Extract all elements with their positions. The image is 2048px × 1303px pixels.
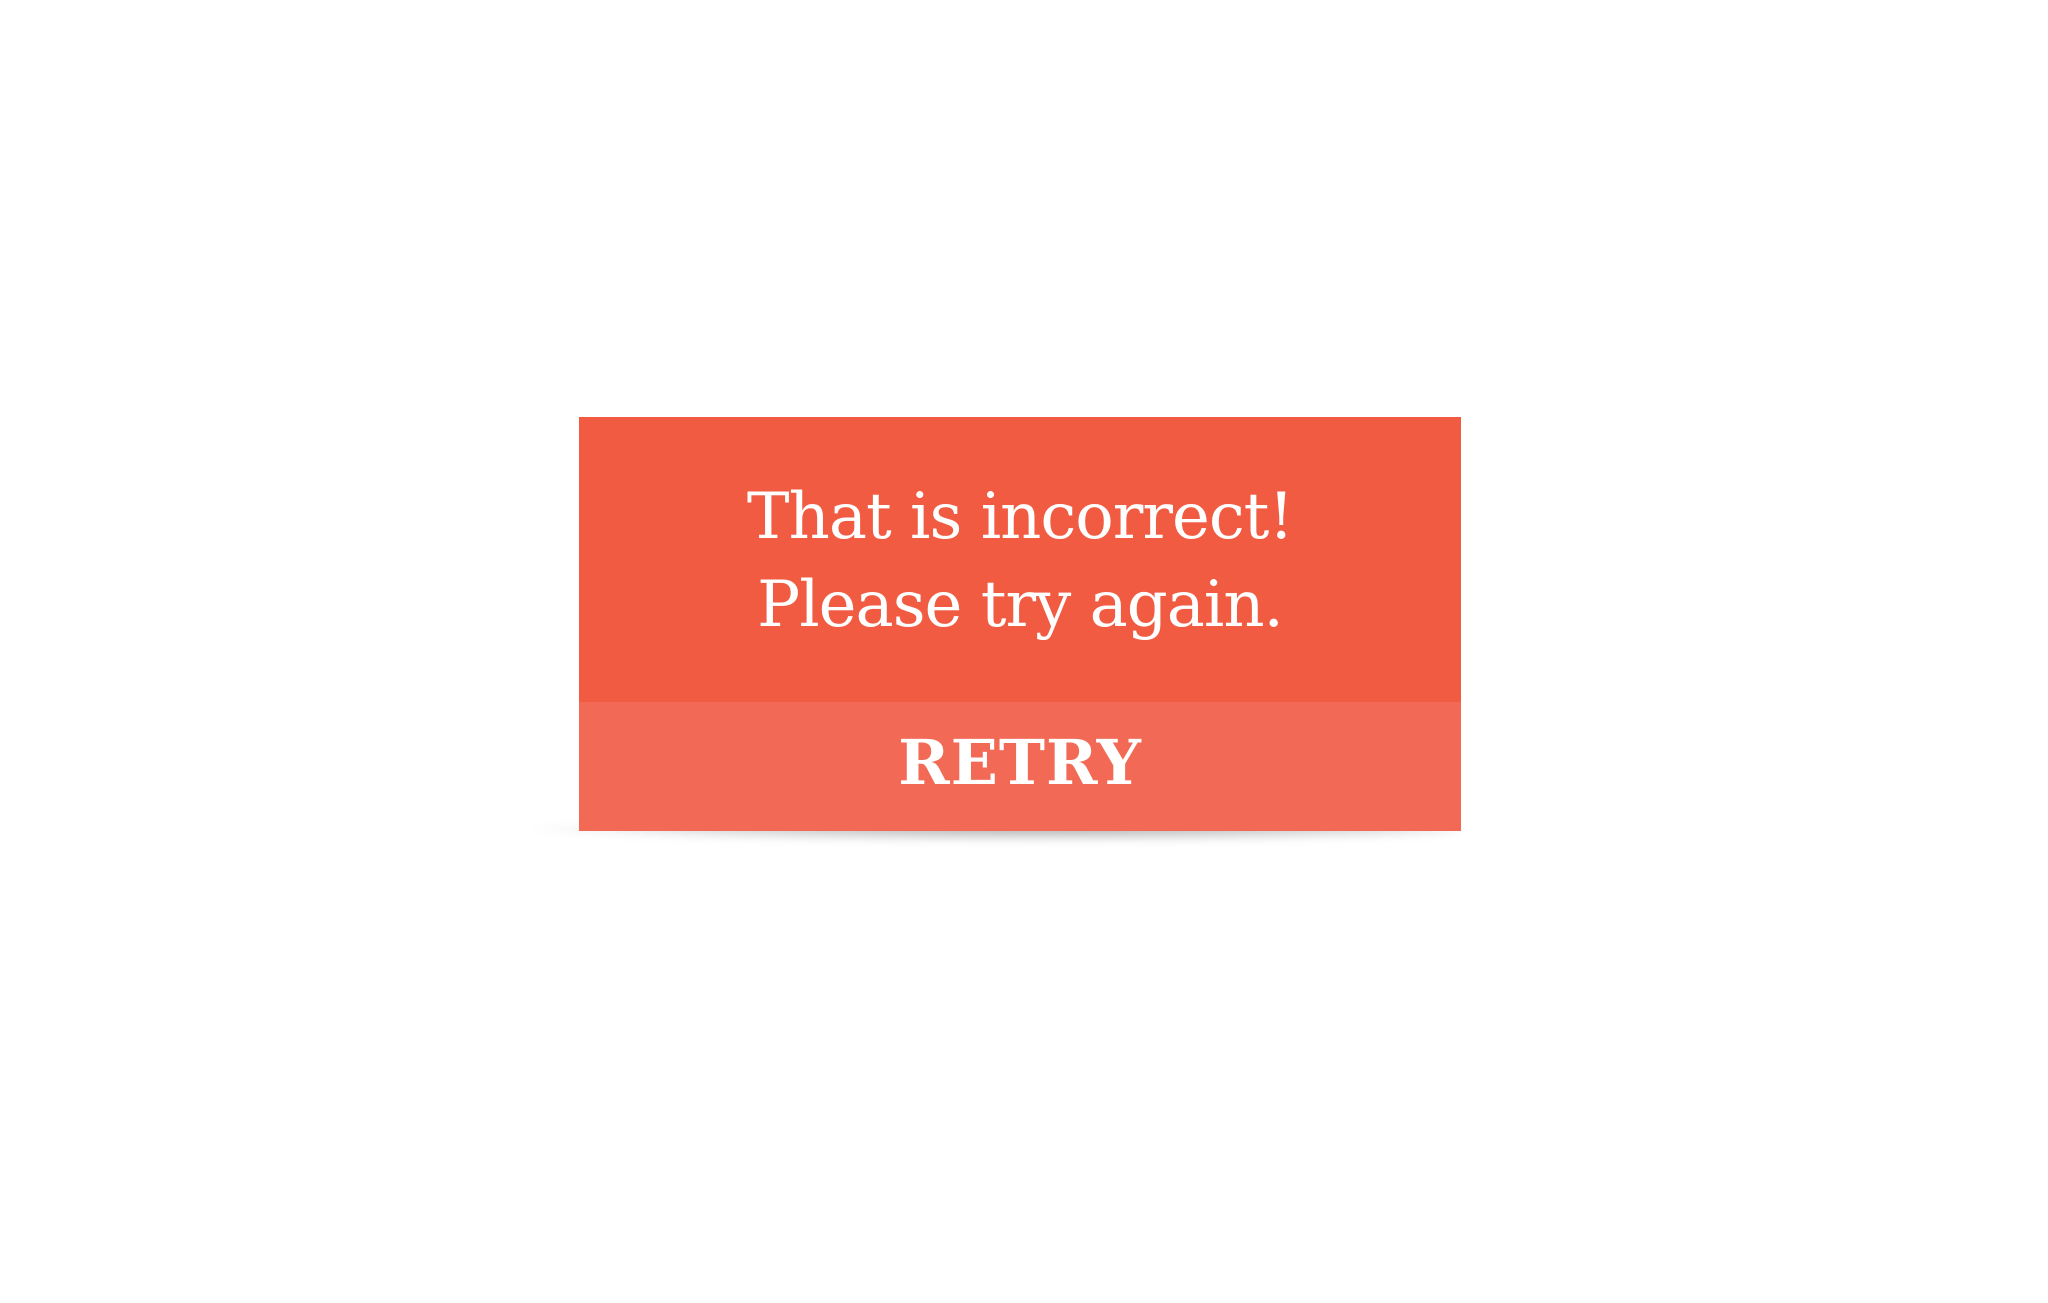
page: That is incorrect! Please try again. RET… xyxy=(0,0,2048,1303)
retry-button-label: RETRY xyxy=(898,726,1142,799)
message-panel: That is incorrect! Please try again. xyxy=(579,417,1461,702)
retry-button[interactable]: RETRY xyxy=(579,702,1461,831)
error-dialog: That is incorrect! Please try again. RET… xyxy=(579,417,1461,831)
error-message-line-2: Please try again. xyxy=(757,567,1284,642)
error-message-line-1: That is incorrect! xyxy=(746,479,1294,554)
